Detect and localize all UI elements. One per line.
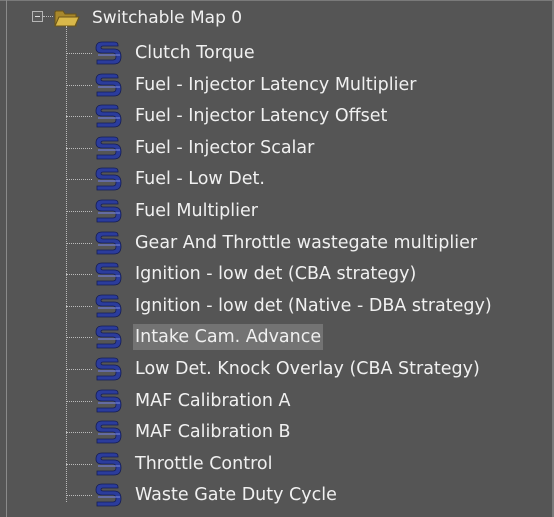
tree-item-label[interactable]: Fuel - Injector Latency Multiplier [133, 72, 418, 98]
tree-connector [66, 116, 92, 117]
tree-root-label[interactable]: Switchable Map 0 [92, 6, 242, 30]
tree-connector [66, 148, 92, 149]
s-map-icon [95, 104, 122, 128]
tree-item-label[interactable]: Waste Gate Duty Cycle [133, 482, 339, 508]
tree-item[interactable]: MAF Calibration A [66, 386, 546, 416]
tree-connector [66, 337, 92, 338]
s-map-icon [95, 420, 122, 444]
s-map-icon [95, 199, 122, 223]
s-map-icon [95, 357, 122, 381]
tree-item-label[interactable]: Ignition - low det (Native - DBA strateg… [133, 293, 494, 319]
tree-item[interactable]: Intake Cam. Advance [66, 322, 546, 352]
tree-connector [66, 243, 92, 244]
panel-left-border [6, 0, 7, 517]
tree-item[interactable]: Fuel - Injector Latency Multiplier [66, 70, 546, 100]
tree-item-label[interactable]: Fuel - Low Det. [133, 166, 267, 192]
tree-item[interactable]: Fuel - Injector Latency Offset [66, 101, 546, 131]
tree-item-label[interactable]: MAF Calibration A [133, 388, 292, 414]
tree-panel: Switchable Map 0 Clutch Torque Fuel - Inj… [0, 0, 554, 517]
tree-item-label[interactable]: Fuel - Injector Latency Offset [133, 103, 389, 129]
tree-connector [66, 85, 92, 86]
panel-top-border [0, 0, 554, 1]
s-map-icon [95, 483, 122, 507]
tree-item[interactable]: Gear And Throttle wastegate multiplier [66, 228, 546, 258]
tree-item[interactable]: Fuel Multiplier [66, 196, 546, 226]
s-map-icon [95, 389, 122, 413]
tree-connector [66, 306, 92, 307]
tree-item[interactable]: Waste Gate Duty Cycle [66, 480, 546, 510]
tree-connector [66, 53, 92, 54]
s-map-icon [95, 136, 122, 160]
s-map-icon [95, 294, 122, 318]
tree-item[interactable]: MAF Calibration B [66, 417, 546, 447]
tree-item-label[interactable]: Clutch Torque [133, 40, 257, 66]
s-map-icon [95, 452, 122, 476]
s-map-icon [95, 167, 122, 191]
tree-connector [66, 369, 92, 370]
tree-item-label[interactable]: Fuel - Injector Scalar [133, 135, 316, 161]
tree-connector [66, 179, 92, 180]
tree-item-label-selected[interactable]: Intake Cam. Advance [133, 324, 324, 350]
tree-connector [66, 211, 92, 212]
tree-item[interactable]: Clutch Torque [66, 38, 546, 68]
tree-connector [66, 274, 92, 275]
tree-item-label[interactable]: Low Det. Knock Overlay (CBA Strategy) [133, 356, 482, 382]
tree-connector [66, 464, 92, 465]
tree-item-label[interactable]: Ignition - low det (CBA strategy) [133, 261, 418, 287]
collapse-icon[interactable] [32, 11, 43, 22]
tree-root-node[interactable]: Switchable Map 0 [0, 6, 540, 34]
tree-connector [43, 16, 53, 17]
tree-connector [66, 495, 92, 496]
tree-item-label[interactable]: MAF Calibration B [133, 419, 292, 445]
s-map-icon [95, 73, 122, 97]
s-map-icon [95, 325, 122, 349]
tree-item[interactable]: Fuel - Injector Scalar [66, 133, 546, 163]
tree-item[interactable]: Fuel - Low Det. [66, 164, 546, 194]
folder-open-icon [54, 10, 80, 27]
tree-item[interactable]: Ignition - low det (CBA strategy) [66, 259, 546, 289]
s-map-icon [95, 41, 122, 65]
tree-item-label[interactable]: Throttle Control [133, 451, 274, 477]
tree-item-label[interactable]: Fuel Multiplier [133, 198, 260, 224]
tree-item[interactable]: Low Det. Knock Overlay (CBA Strategy) [66, 354, 546, 384]
tree-connector [66, 401, 92, 402]
tree-item[interactable]: Throttle Control [66, 449, 546, 479]
tree-item-label[interactable]: Gear And Throttle wastegate multiplier [133, 230, 479, 256]
s-map-icon [95, 231, 122, 255]
tree-connector [66, 432, 92, 433]
tree-item[interactable]: Ignition - low det (Native - DBA strateg… [66, 291, 546, 321]
s-map-icon [95, 262, 122, 286]
